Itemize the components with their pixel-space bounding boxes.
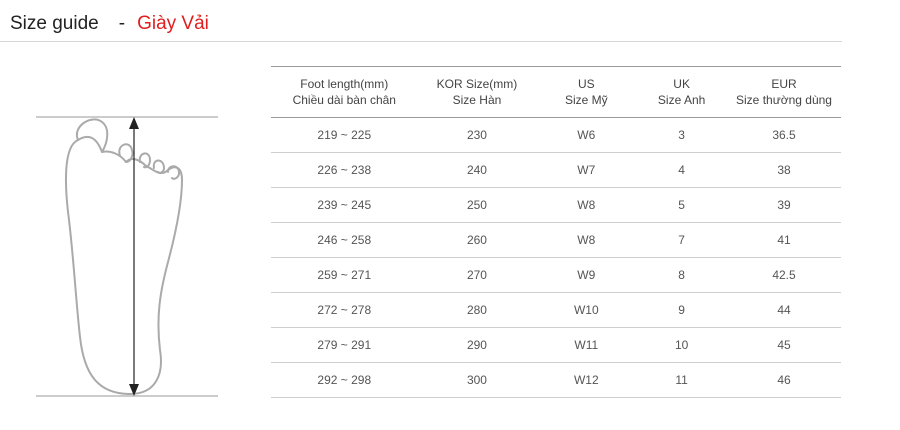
cell-foot-length: 292 ~ 298 bbox=[317, 373, 372, 387]
page-title: Size guide bbox=[10, 13, 99, 34]
cell-kor-size: 250 bbox=[466, 198, 487, 212]
cell-foot-length: 259 ~ 271 bbox=[317, 268, 372, 282]
foot-outline-icon bbox=[36, 116, 218, 397]
cell-us-size: W12 bbox=[573, 373, 599, 387]
cell-kor-size: 270 bbox=[466, 268, 487, 282]
col-header-uk-size: UK Size Anh bbox=[657, 77, 706, 107]
col-header-kor-size: KOR Size(mm) Size Hàn bbox=[436, 77, 518, 107]
cell-us-size: W7 bbox=[577, 163, 596, 177]
table-row: 239 ~ 245 250 W8 5 39 bbox=[271, 188, 841, 223]
title-separator: - bbox=[118, 13, 126, 34]
cell-eur-size: 44 bbox=[777, 303, 791, 317]
cell-us-size: W8 bbox=[577, 198, 596, 212]
cell-us-size: W10 bbox=[573, 303, 599, 317]
cell-us-size: W11 bbox=[574, 338, 599, 352]
table-row: 272 ~ 278 280 W10 9 44 bbox=[271, 293, 841, 328]
cell-eur-size: 46 bbox=[777, 373, 791, 387]
page-header: Size guide - Giày Vải bbox=[10, 11, 209, 41]
size-table: Foot length(mm) Chiều dài bàn chân KOR Si… bbox=[271, 66, 841, 398]
cell-foot-length: 272 ~ 278 bbox=[317, 303, 372, 317]
table-row: 292 ~ 298 300 W12 11 46 bbox=[271, 363, 841, 398]
cell-us-size: W9 bbox=[577, 268, 596, 282]
cell-eur-size: 38 bbox=[777, 163, 791, 177]
cell-kor-size: 260 bbox=[466, 233, 487, 247]
big-toe-outline bbox=[75, 118, 109, 153]
cell-uk-size: 11 bbox=[675, 373, 688, 387]
cell-uk-size: 3 bbox=[678, 128, 685, 142]
cell-us-size: W8 bbox=[577, 233, 596, 247]
second-toe-outline bbox=[118, 143, 134, 163]
table-row: 226 ~ 238 240 W7 4 38 bbox=[271, 153, 841, 188]
cell-foot-length: 226 ~ 238 bbox=[317, 163, 372, 177]
cell-eur-size: 39 bbox=[777, 198, 791, 212]
cell-eur-size: 41 bbox=[777, 233, 791, 247]
table-row: 246 ~ 258 260 W8 7 41 bbox=[271, 223, 841, 258]
foot-sole-outline bbox=[64, 135, 183, 395]
cell-uk-size: 4 bbox=[678, 163, 685, 177]
cell-uk-size: 9 bbox=[678, 303, 685, 317]
table-header-row: Foot length(mm) Chiều dài bàn chân KOR Si… bbox=[271, 66, 841, 118]
cell-uk-size: 10 bbox=[674, 338, 689, 352]
cell-foot-length: 279 ~ 291 bbox=[317, 338, 372, 352]
col-header-us-size: US Size Mỹ bbox=[564, 77, 608, 107]
cell-kor-size: 300 bbox=[466, 373, 487, 387]
header-divider bbox=[0, 41, 842, 42]
cell-kor-size: 280 bbox=[466, 303, 487, 317]
cell-foot-length: 239 ~ 245 bbox=[317, 198, 372, 212]
table-row: 219 ~ 225 230 W6 3 36.5 bbox=[271, 118, 841, 153]
table-row: 279 ~ 291 290 W11 10 45 bbox=[271, 328, 841, 363]
cell-us-size: W6 bbox=[577, 128, 596, 142]
cell-uk-size: 5 bbox=[678, 198, 685, 212]
cell-foot-length: 246 ~ 258 bbox=[317, 233, 372, 247]
cell-kor-size: 230 bbox=[466, 128, 487, 142]
table-row: 259 ~ 271 270 W9 8 42.5 bbox=[271, 258, 841, 293]
cell-uk-size: 8 bbox=[678, 268, 685, 282]
col-header-eur-size: EUR Size thường dùng bbox=[736, 77, 832, 107]
cell-kor-size: 290 bbox=[466, 338, 487, 352]
cell-eur-size: 45 bbox=[777, 338, 791, 352]
cell-uk-size: 7 bbox=[678, 233, 685, 247]
cell-eur-size: 36.5 bbox=[772, 128, 796, 142]
col-header-foot-length: Foot length(mm) Chiều dài bàn chân bbox=[292, 77, 396, 107]
cell-eur-size: 42.5 bbox=[772, 268, 796, 282]
cell-foot-length: 219 ~ 225 bbox=[317, 128, 372, 142]
length-arrow-top-head bbox=[129, 117, 139, 129]
cell-kor-size: 240 bbox=[466, 163, 487, 177]
product-name: Giày Vải bbox=[137, 13, 209, 34]
